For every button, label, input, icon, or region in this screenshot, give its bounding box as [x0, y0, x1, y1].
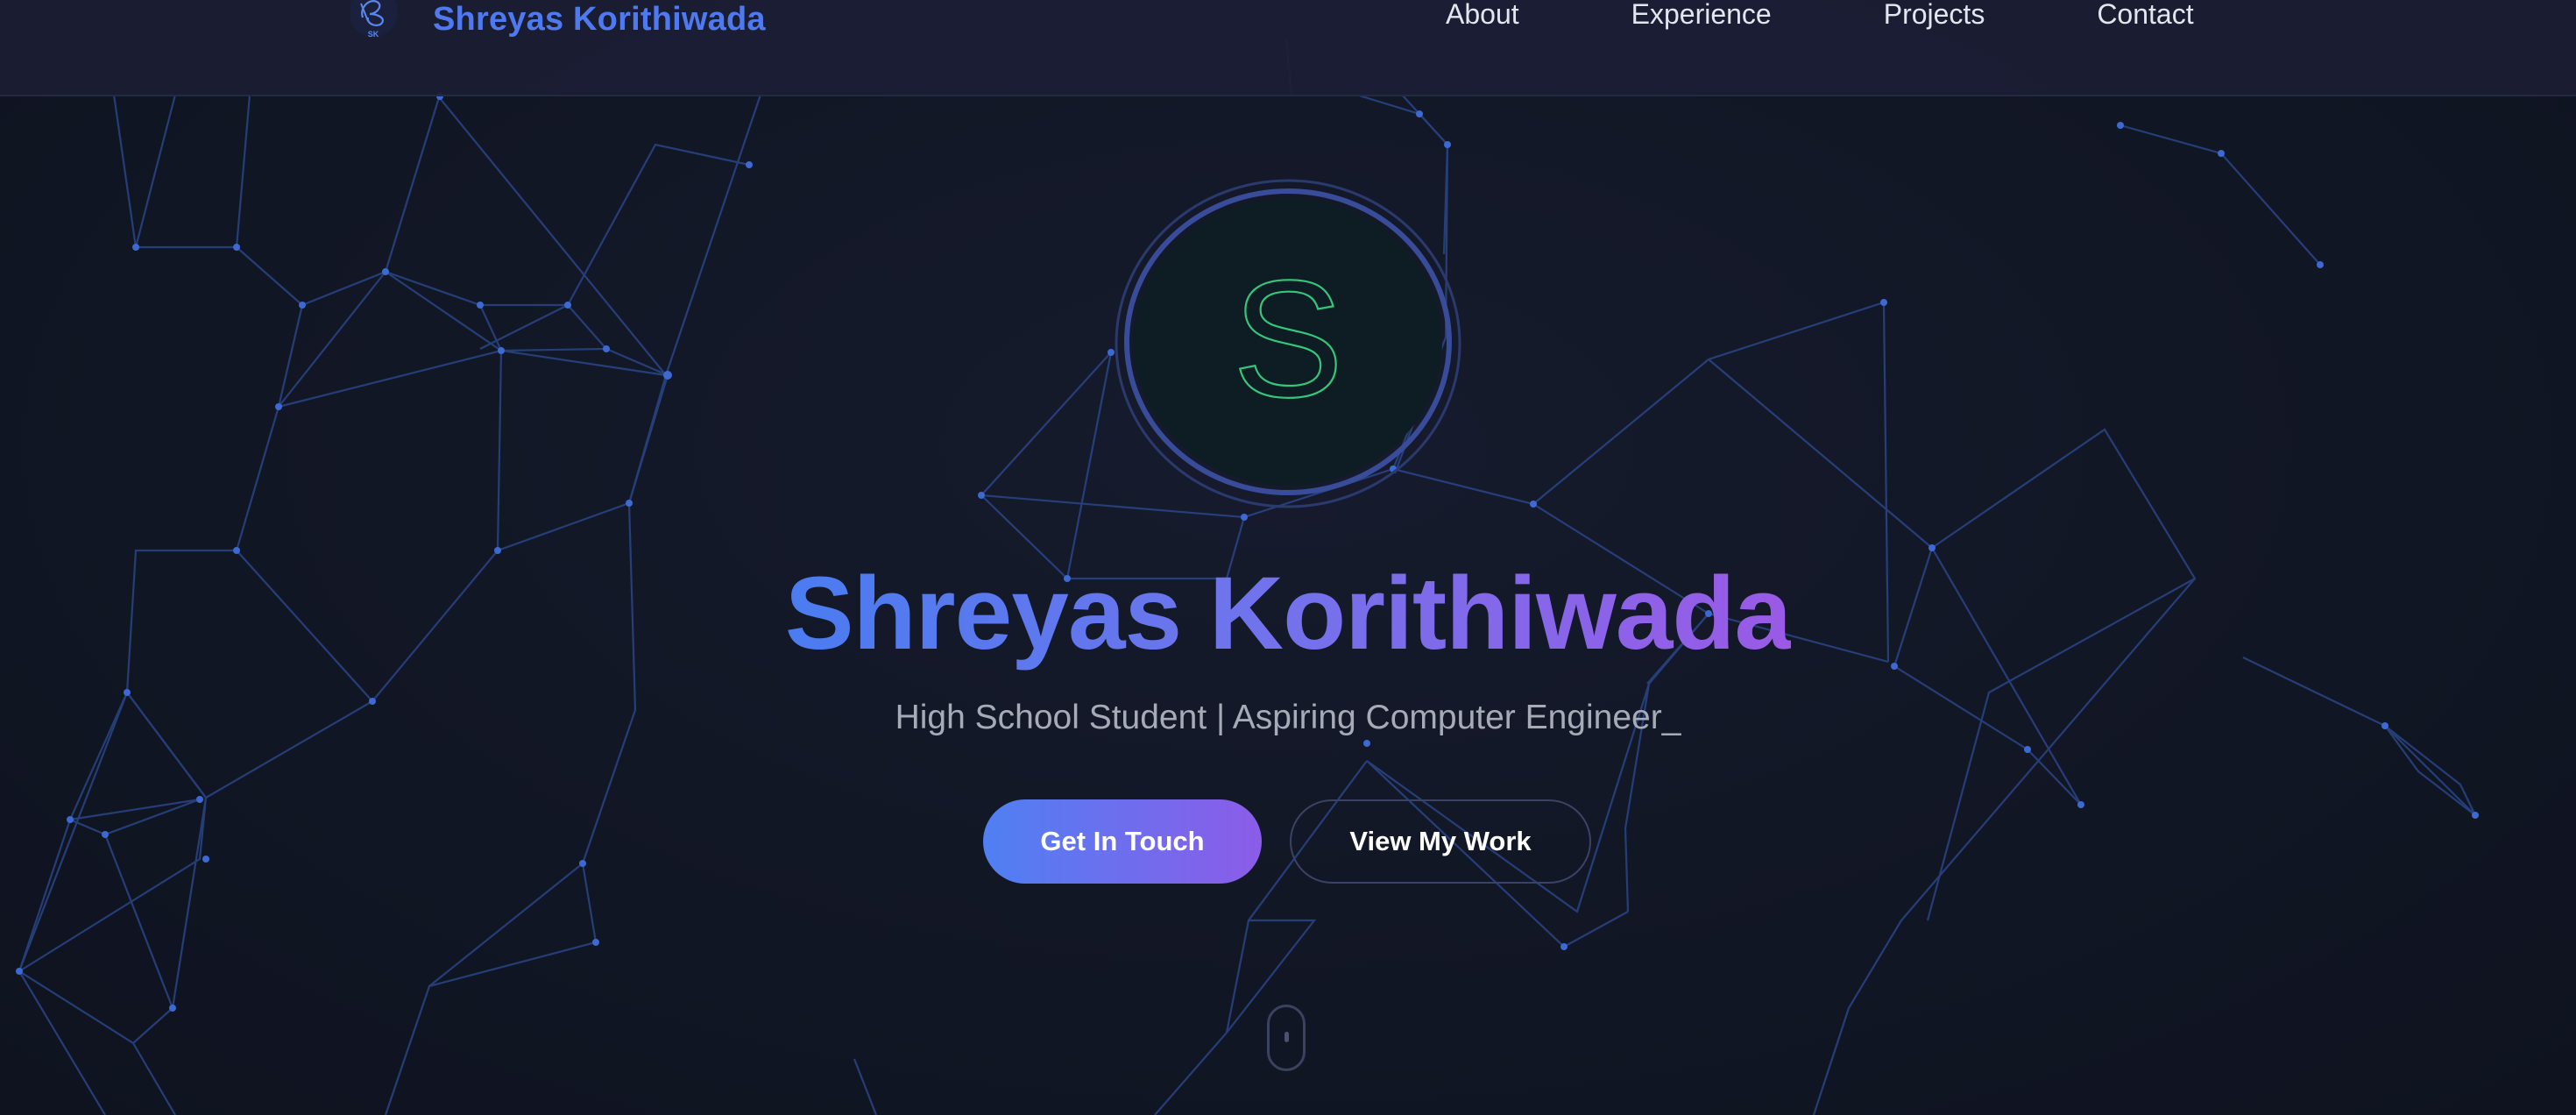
- hero-subtitle: High School Student | Aspiring Computer …: [895, 699, 1681, 736]
- view-my-work-button[interactable]: View My Work: [1290, 799, 1591, 884]
- navbar: SK Shreyas Korithiwada About Experience …: [0, 0, 2576, 96]
- nav-item-experience[interactable]: Experience: [1631, 0, 1772, 32]
- nav-links: About Experience Projects Contact: [1446, 0, 2194, 32]
- hero-name-text: Shreyas Korithiwada: [784, 556, 1792, 671]
- scroll-wheel-dot: [1284, 1032, 1289, 1042]
- signature-logo-icon: SK: [350, 0, 398, 39]
- logo-initials: SK: [368, 30, 379, 39]
- mouse-scroll-icon[interactable]: [1267, 1005, 1306, 1071]
- brand[interactable]: SK Shreyas Korithiwada: [350, 0, 766, 44]
- get-in-touch-button[interactable]: Get In Touch: [983, 799, 1262, 884]
- nav-item-projects[interactable]: Projects: [1884, 0, 1985, 32]
- nav-item-contact[interactable]: Contact: [2097, 0, 2193, 32]
- hero-buttons: Get In Touch View My Work: [983, 799, 1591, 884]
- page: SK Shreyas Korithiwada About Experience …: [0, 0, 2576, 1115]
- avatar-letter: S: [1233, 246, 1344, 432]
- brand-name[interactable]: Shreyas Korithiwada: [433, 1, 766, 39]
- avatar: S: [1115, 179, 1461, 508]
- nav-item-about[interactable]: About: [1446, 0, 1519, 32]
- hero-name: Shreyas Korithiwada: [0, 552, 2576, 675]
